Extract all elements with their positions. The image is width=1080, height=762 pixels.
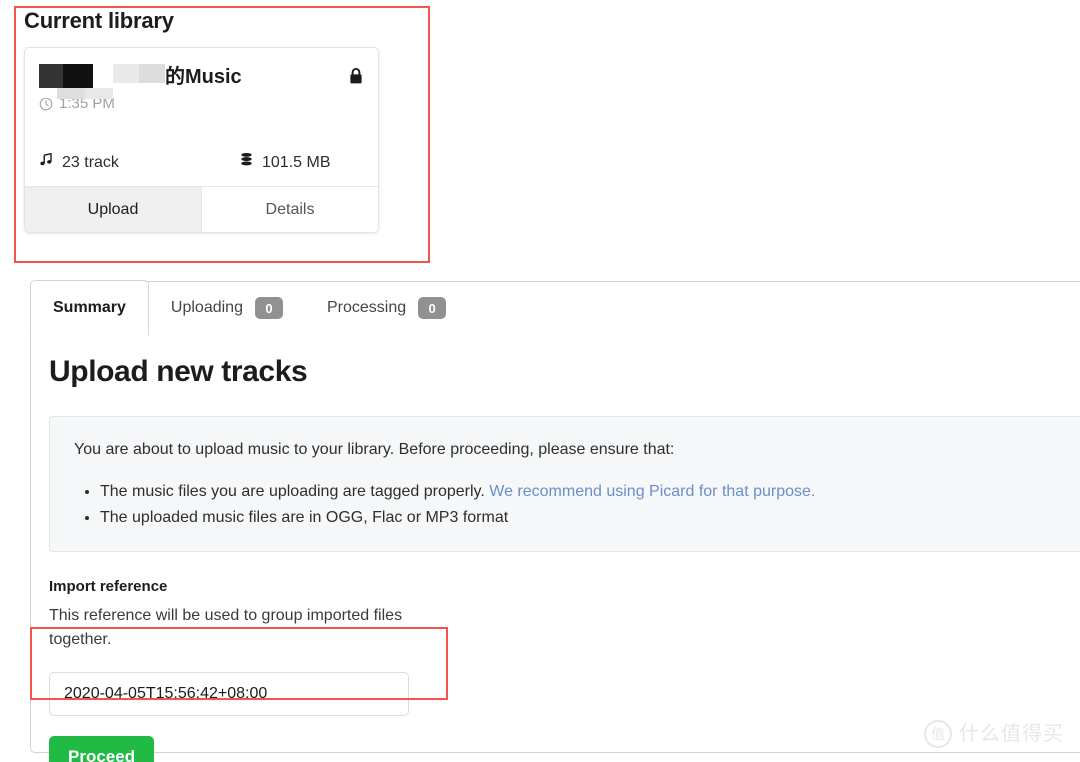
- redaction-block: [113, 64, 139, 83]
- info-bullet-1-text: The music files you are uploading are ta…: [100, 483, 490, 500]
- tab-bar: Summary Uploading 0 Processing 0: [30, 280, 1080, 336]
- redaction-block: [113, 83, 165, 88]
- current-library-section: Current library 的Music 1:35 PM 23 track …: [24, 8, 420, 233]
- database-icon: [239, 152, 254, 173]
- music-note-icon: [39, 152, 54, 173]
- info-bullet-list: The music files you are uploading are ta…: [74, 479, 1080, 531]
- info-bullet-2-text: The uploaded music files are in OGG, Fla…: [100, 509, 509, 526]
- upload-info-box: You are about to upload music to your li…: [49, 416, 1080, 552]
- info-lead-text: You are about to upload music to your li…: [74, 441, 675, 458]
- import-reference-input[interactable]: [49, 672, 409, 716]
- current-library-title: Current library: [24, 8, 174, 33]
- page-title: Upload new tracks: [49, 355, 308, 388]
- library-card-heading: 的Music: [39, 61, 364, 99]
- tab-processing-badge: 0: [418, 297, 447, 319]
- library-size-text: 101.5 MB: [262, 153, 331, 171]
- redaction-block: [85, 88, 113, 99]
- picard-link[interactable]: We recommend using Picard for that purpo…: [489, 483, 815, 500]
- list-item: The uploaded music files are in OGG, Fla…: [100, 505, 1080, 531]
- list-item: The music files you are uploading are ta…: [100, 479, 1080, 505]
- import-reference-help: This reference will be used to group imp…: [49, 607, 403, 648]
- redaction-block: [139, 64, 165, 83]
- redaction-block: [57, 88, 85, 99]
- redaction-block: [93, 64, 113, 88]
- redaction-block: [39, 64, 63, 88]
- library-track-text: 23 track: [62, 153, 119, 171]
- library-upload-button[interactable]: Upload: [25, 187, 201, 232]
- import-reference-label: Import reference: [49, 578, 168, 595]
- library-card-actions: Upload Details: [25, 186, 378, 232]
- library-size: 101.5 MB: [239, 152, 330, 173]
- library-track-count: 23 track: [39, 152, 239, 173]
- library-details-button[interactable]: Details: [201, 187, 378, 232]
- upload-page: Current library 的Music 1:35 PM 23 track …: [0, 0, 1080, 762]
- tab-processing[interactable]: Processing 0: [305, 281, 468, 335]
- tab-processing-label: Processing: [326, 299, 407, 316]
- redaction-block: [39, 88, 57, 98]
- panel-body: Upload new tracks You are about to uploa…: [31, 336, 1080, 762]
- tab-summary-label: Summary: [53, 299, 126, 316]
- tab-uploading[interactable]: Uploading 0: [149, 281, 305, 335]
- library-card[interactable]: 的Music 1:35 PM 23 track 101.5 MB Upload …: [24, 47, 379, 233]
- tab-uploading-label: Uploading: [170, 299, 243, 316]
- proceed-button[interactable]: Proceed: [49, 736, 155, 762]
- library-stats: 23 track 101.5 MB: [39, 152, 366, 173]
- library-name: 的Music: [165, 66, 242, 88]
- redaction-block: [63, 64, 93, 88]
- tab-uploading-badge: 0: [254, 297, 283, 319]
- lock-icon: [348, 67, 364, 85]
- library-card-body: 的Music 1:35 PM 23 track 101.5 MB: [25, 48, 378, 186]
- clock-icon: [39, 97, 53, 111]
- tab-summary[interactable]: Summary: [30, 280, 149, 336]
